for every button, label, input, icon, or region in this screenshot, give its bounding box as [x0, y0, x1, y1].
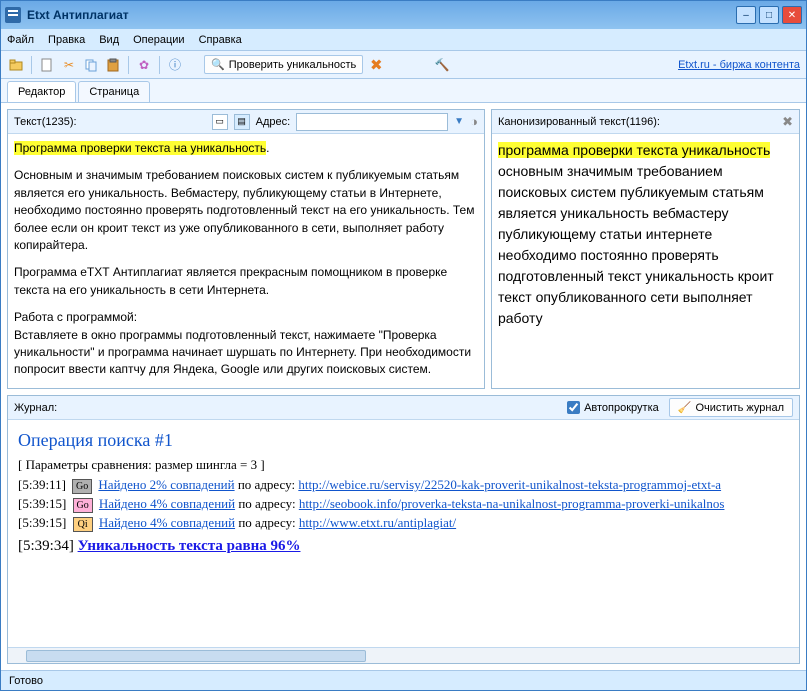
log-line: [5:39:15] Go Найдено 4% совпадений по ад…	[18, 496, 789, 513]
toolbar-separator	[31, 56, 32, 74]
open-icon[interactable]	[7, 56, 25, 74]
toolbar-separator	[128, 56, 129, 74]
editor-header: Текст(1235): ▭ ▤ Адрес: ▼ ◑	[8, 110, 484, 134]
address-input[interactable]	[296, 113, 448, 131]
statusbar: Готово	[1, 670, 806, 690]
upper-panels: Текст(1235): ▭ ▤ Адрес: ▼ ◑ Программа пр…	[7, 109, 800, 389]
close-button[interactable]: ✕	[782, 6, 802, 24]
paste-icon[interactable]	[104, 56, 122, 74]
source-badge: Go	[72, 479, 92, 494]
canonical-header: Канонизированный текст(1196): ✖	[492, 110, 799, 134]
result-link[interactable]: Уникальность текста равна 96%	[78, 538, 301, 554]
tab-page[interactable]: Страница	[78, 81, 150, 102]
editor-body[interactable]: Программа проверки текста на уникальност…	[8, 134, 484, 388]
log-url-link[interactable]: http://www.etxt.ru/antiplagiat/	[299, 515, 456, 530]
info-icon[interactable]: ⓘ	[166, 56, 184, 74]
magnifier-icon: 🔍	[211, 58, 225, 71]
window-title: Etxt Антиплагиат	[27, 8, 736, 22]
source-badge: Qi	[73, 517, 93, 532]
journal-panel: Журнал: Автопрокрутка 🧹 Очистить журнал …	[7, 395, 800, 664]
editor-panel: Текст(1235): ▭ ▤ Адрес: ▼ ◑ Программа пр…	[7, 109, 485, 389]
editor-paragraph: Основным и значимым требованием поисковы…	[14, 167, 478, 254]
log-url-link[interactable]: http://webice.ru/servisy/22520-kak-prove…	[298, 477, 721, 492]
journal-header: Журнал: Автопрокрутка 🧹 Очистить журнал	[8, 396, 799, 420]
content-area: Текст(1235): ▭ ▤ Адрес: ▼ ◑ Программа пр…	[1, 103, 806, 670]
close-panel-icon[interactable]: ✖	[782, 114, 793, 130]
menu-view[interactable]: Вид	[99, 34, 119, 46]
maximize-button[interactable]: □	[759, 6, 779, 24]
view-mode-1-button[interactable]: ▭	[212, 114, 228, 130]
minimize-button[interactable]: –	[736, 6, 756, 24]
menubar: Файл Правка Вид Операции Справка	[1, 29, 806, 51]
result-time: [5:39:34]	[18, 538, 74, 554]
view-mode-2-button[interactable]: ▤	[234, 114, 250, 130]
menu-file[interactable]: Файл	[7, 34, 34, 46]
log-found-link[interactable]: Найдено 4% совпадений	[99, 515, 235, 530]
tabstrip: Редактор Страница	[1, 79, 806, 103]
canonical-text: основным значимым требованием поисковых …	[498, 163, 774, 326]
log-time: [5:39:15]	[18, 515, 66, 530]
editor-paragraph: Программа еТХТ Антиплагиат является прек…	[14, 264, 478, 299]
tab-editor[interactable]: Редактор	[7, 81, 76, 102]
result-line: [5:39:34] Уникальность текста равна 96%	[18, 538, 789, 555]
log-line: [5:39:15] Qi Найдено 4% совпадений по ад…	[18, 515, 789, 532]
clear-journal-button[interactable]: 🧹 Очистить журнал	[669, 398, 793, 417]
menu-operations[interactable]: Операции	[133, 34, 184, 46]
canonical-panel: Канонизированный текст(1196): ✖ программ…	[491, 109, 800, 389]
scrollbar-thumb[interactable]	[26, 650, 366, 662]
autoscroll-checkbox[interactable]	[567, 401, 580, 414]
log-time: [5:39:15]	[18, 496, 66, 511]
menu-help[interactable]: Справка	[199, 34, 242, 46]
log-lines: [5:39:11] Go Найдено 2% совпадений по ад…	[18, 477, 789, 532]
go-icon[interactable]: ◑	[470, 114, 478, 129]
canonical-label: Канонизированный текст(1196):	[498, 116, 660, 128]
address-label: Адрес:	[256, 116, 291, 128]
new-icon[interactable]	[38, 56, 56, 74]
canonical-body[interactable]: программа проверки текста уникальность о…	[492, 134, 799, 388]
copy-icon[interactable]	[82, 56, 100, 74]
source-badge: Go	[73, 498, 93, 513]
dropdown-icon[interactable]: ▼	[454, 116, 464, 127]
journal-body[interactable]: Операция поиска #1 [ Параметры сравнения…	[8, 420, 799, 647]
log-found-link[interactable]: Найдено 2% совпадений	[98, 477, 234, 492]
log-found-link[interactable]: Найдено 4% совпадений	[99, 496, 235, 511]
cut-icon[interactable]: ✂	[60, 56, 78, 74]
broom-icon: 🧹	[678, 401, 692, 414]
menu-edit[interactable]: Правка	[48, 34, 85, 46]
text-count-label: Текст(1235):	[14, 116, 77, 128]
autoscroll-label: Автопрокрутка	[584, 402, 659, 414]
editor-paragraph: Работа с программой: Вставляете в окно п…	[14, 309, 478, 379]
window-controls: – □ ✕	[736, 6, 802, 24]
journal-label: Журнал:	[14, 402, 57, 414]
autoscroll-control[interactable]: Автопрокрутка	[567, 401, 659, 414]
check-label: Проверить уникальность	[229, 59, 357, 71]
status-text: Готово	[9, 675, 43, 687]
clear-journal-label: Очистить журнал	[695, 402, 784, 414]
etxt-link[interactable]: Etxt.ru - биржа контента	[678, 59, 800, 71]
editor-highlight: Программа проверки текста на уникальност…	[14, 141, 266, 155]
cancel-icon[interactable]: ✖	[367, 56, 385, 74]
check-uniqueness-button[interactable]: 🔍 Проверить уникальность	[204, 55, 363, 74]
log-time: [5:39:11]	[18, 477, 66, 492]
canonical-highlight: программа проверки текста уникальность	[498, 142, 770, 158]
log-line: [5:39:11] Go Найдено 2% совпадений по ад…	[18, 477, 789, 494]
hammer-icon[interactable]: 🔨	[433, 56, 451, 74]
horizontal-scrollbar[interactable]	[8, 647, 799, 663]
operation-params: [ Параметры сравнения: размер шингла = 3…	[18, 457, 789, 473]
operation-title: Операция поиска #1	[18, 430, 789, 451]
titlebar: Etxt Антиплагиат – □ ✕	[1, 1, 806, 29]
settings-icon[interactable]: ✿	[135, 56, 153, 74]
app-icon	[5, 7, 21, 23]
app-window: Etxt Антиплагиат – □ ✕ Файл Правка Вид О…	[0, 0, 807, 691]
toolbar-separator	[159, 56, 160, 74]
log-url-link[interactable]: http://seobook.info/proverka-teksta-na-u…	[299, 496, 725, 511]
toolbar: ✂ ✿ ⓘ 🔍 Проверить уникальность ✖ 🔨 Etxt.…	[1, 51, 806, 79]
